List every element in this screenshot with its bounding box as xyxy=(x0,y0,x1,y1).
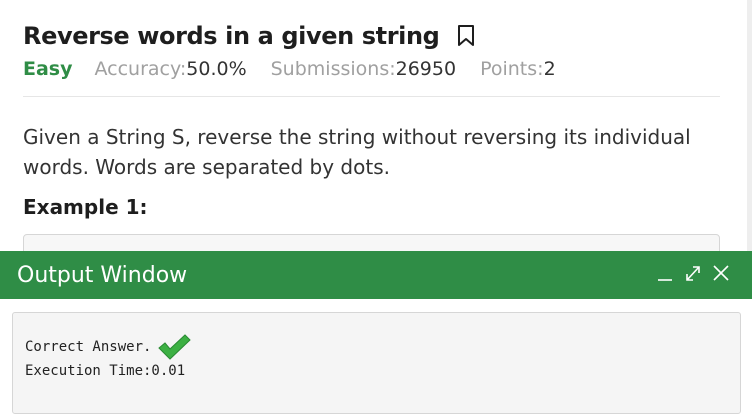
output-window-header: Output Window xyxy=(0,251,752,299)
checkmark-icon xyxy=(157,333,192,361)
submissions-value: 26950 xyxy=(395,58,457,80)
points-value: 2 xyxy=(543,58,556,80)
bookmark-icon[interactable] xyxy=(457,25,475,47)
points-label: Points: xyxy=(480,58,544,80)
problem-description: Given a String S, reverse the string wit… xyxy=(23,125,691,179)
example-heading: Example 1: xyxy=(23,195,148,219)
problem-panel: Reverse words in a given string Easy Acc… xyxy=(0,0,752,276)
output-console: Correct Answer. Execution Time:0.01 xyxy=(12,312,741,414)
close-icon[interactable] xyxy=(712,263,730,283)
accuracy-label: Accuracy: xyxy=(94,58,187,80)
result-text: Correct Answer. xyxy=(25,339,152,355)
execution-time: Execution Time:0.01 xyxy=(25,363,186,379)
title-row: Reverse words in a given string xyxy=(23,22,475,50)
divider xyxy=(23,96,720,97)
submissions-label: Submissions: xyxy=(270,58,396,80)
expand-icon[interactable] xyxy=(684,263,702,283)
accuracy-value: 50.0% xyxy=(186,58,247,80)
output-window-title: Output Window xyxy=(17,262,188,288)
page-scrollbar[interactable] xyxy=(747,0,752,260)
minimize-icon[interactable] xyxy=(656,263,674,283)
result-line: Correct Answer. xyxy=(25,333,192,361)
problem-title: Reverse words in a given string xyxy=(23,22,440,50)
window-controls xyxy=(656,263,730,283)
meta-row: Easy Accuracy: 50.0% Submissions: 26950 … xyxy=(23,58,580,80)
difficulty-badge: Easy xyxy=(23,58,73,80)
output-window: Output Window Correct Answer. Execution … xyxy=(0,251,752,414)
